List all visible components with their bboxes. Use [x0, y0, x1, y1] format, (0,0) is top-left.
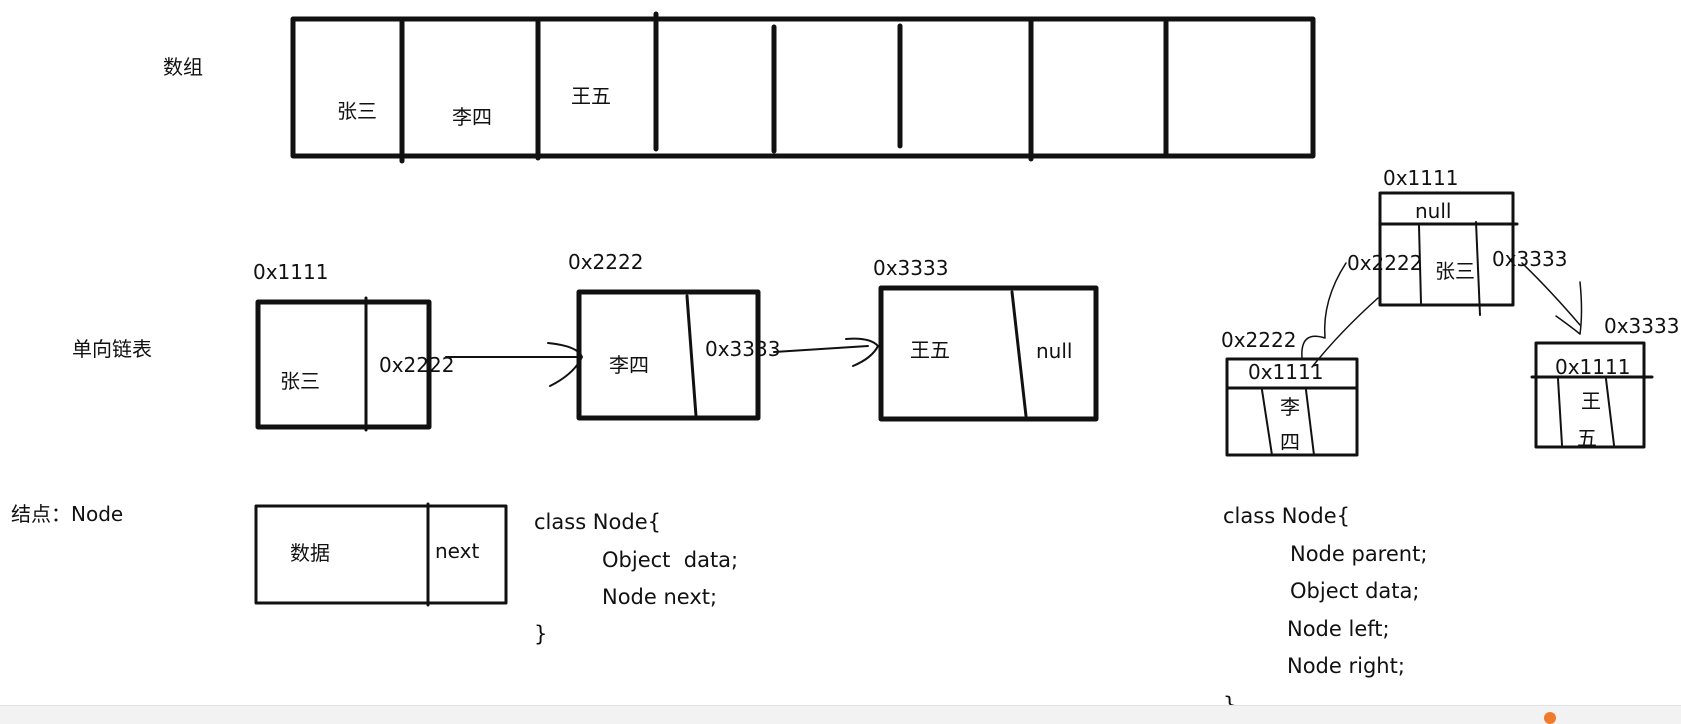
node-data-field-label: 数据 [290, 541, 330, 565]
array-box [290, 16, 1316, 159]
tree-right-divider [1605, 378, 1615, 446]
arrow-head [845, 337, 879, 367]
tree-right-data-char: 王 [1581, 389, 1601, 413]
tree-left-data-char: 四 [1280, 430, 1300, 454]
tree-edge-left [1301, 262, 1347, 359]
node-address: 0x3333 [873, 256, 949, 280]
code-line: Object data; [602, 548, 739, 572]
tree-root-parent: null [1415, 199, 1452, 223]
array-cell-value: 李四 [452, 105, 492, 129]
node-next-field-label: next [435, 539, 480, 563]
list-node-divider [685, 294, 698, 418]
tree-left-parent: 0x1111 [1248, 360, 1324, 384]
tree-right-address: 0x3333 [1604, 314, 1680, 338]
array-label: 数组 [163, 55, 203, 79]
tree-root-divider [1475, 221, 1481, 316]
diagram-canvas [254, 11, 1654, 607]
tree-left-address: 0x2222 [1221, 328, 1297, 352]
array-cell-value: 王五 [571, 84, 611, 108]
tree-root-left: 0x2222 [1347, 251, 1423, 275]
tree-right-divider [1557, 378, 1563, 446]
node-next: 0x2222 [379, 353, 455, 377]
tree-left-data-char: 李 [1280, 395, 1300, 419]
status-dot-icon [1544, 712, 1556, 724]
code-line: } [534, 622, 548, 646]
tree-right-data-char: 五 [1577, 426, 1597, 450]
code-line: Node right; [1287, 654, 1405, 678]
code-line: Object data; [1290, 579, 1420, 603]
node-label: 结点：Node [11, 502, 124, 526]
tree-left-divider [1305, 389, 1315, 456]
tree-root-address: 0x1111 [1383, 166, 1459, 190]
tree-edge-left [1311, 297, 1379, 368]
code-line: Node next; [602, 585, 718, 609]
tree-left-divider [1261, 389, 1273, 456]
code-line: Node left; [1287, 617, 1390, 641]
code-line: class Node{ [1223, 504, 1350, 528]
tree-edge-right [1521, 262, 1581, 326]
node-data: 王五 [910, 338, 950, 362]
node-address: 0x2222 [568, 250, 644, 274]
array-cell-value: 张三 [337, 99, 377, 123]
linked-list-label: 单向链表 [72, 337, 152, 361]
code-line: Node parent; [1290, 542, 1428, 566]
tree-right-parent: 0x1111 [1555, 355, 1631, 379]
node-data: 李四 [609, 353, 649, 377]
node-data: 张三 [280, 369, 320, 393]
node-address: 0x1111 [253, 260, 329, 284]
next-arrow [773, 345, 869, 353]
tree-edge-right [1579, 281, 1583, 335]
node-next: null [1036, 339, 1073, 363]
tree-root-right: 0x3333 [1492, 247, 1568, 271]
list-node-divider [1010, 290, 1028, 418]
tree-root-data: 张三 [1435, 259, 1475, 283]
bottom-bar [0, 705, 1681, 724]
tree-edge-right [1555, 315, 1581, 335]
code-line: class Node{ [534, 510, 661, 534]
node-next: 0x3333 [705, 337, 781, 361]
